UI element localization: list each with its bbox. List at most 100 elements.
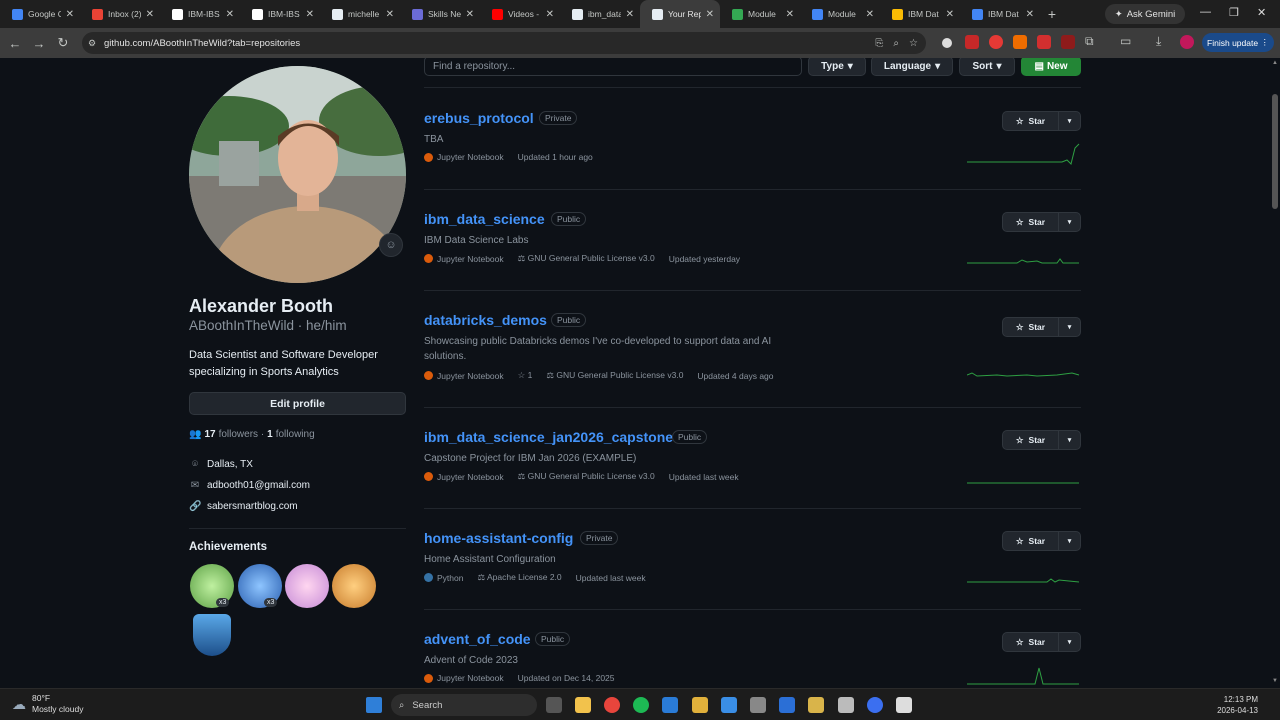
close-tab-icon[interactable]: ✕ [786, 9, 794, 20]
browser-tab[interactable]: ibm_data ✕ [560, 0, 640, 28]
star-button[interactable]: ☆ Star ▾ [1002, 632, 1081, 652]
extension-icon[interactable] [1037, 35, 1051, 49]
site-info-icon[interactable]: ⚙ [88, 38, 96, 49]
profile-avatar-icon[interactable] [1180, 35, 1194, 49]
slack-icon[interactable] [692, 697, 708, 713]
close-tab-icon[interactable]: ✕ [306, 9, 314, 20]
snipping-tool-icon[interactable] [896, 697, 912, 713]
followers-link[interactable]: followers · [219, 429, 265, 440]
taskbar-clock[interactable]: 12:13 PM 2026-04-13 [1196, 694, 1258, 716]
close-tab-icon[interactable]: ✕ [386, 9, 394, 20]
browser-tab[interactable]: IBM Dat ✕ [880, 0, 960, 28]
bookmark-star-icon[interactable]: ☆ [909, 38, 918, 49]
avatar[interactable] [189, 66, 406, 283]
achievement-badge-starstruck[interactable] [193, 614, 231, 656]
star-toggle[interactable]: ☆ Star [1003, 112, 1059, 130]
star-button[interactable]: ☆ Star ▾ [1002, 111, 1081, 131]
extension-icon[interactable] [1061, 35, 1075, 49]
close-window-icon[interactable]: ✕ [1257, 6, 1266, 19]
stargazers-link[interactable]: ☆ 1 [518, 370, 533, 381]
set-status-icon[interactable]: ☺ [379, 233, 403, 257]
repo-name-link[interactable]: databricks_demos [424, 312, 547, 328]
close-tab-icon[interactable]: ✕ [546, 9, 554, 20]
weather-widget[interactable]: ☁ 80°F Mostly cloudy [12, 693, 84, 715]
language-filter-button[interactable]: Language ▾ [871, 58, 953, 76]
download-icon[interactable]: ⤓ [1156, 34, 1170, 48]
page-scrollbar[interactable]: ▲ ▼ [1270, 58, 1280, 688]
extension-icon[interactable] [965, 35, 979, 49]
browser-tab[interactable]: IBM-IBS ✕ [240, 0, 320, 28]
star-toggle[interactable]: ☆ Star [1003, 318, 1059, 336]
close-tab-icon[interactable]: ✕ [466, 9, 474, 20]
settings-icon[interactable] [750, 697, 766, 713]
browser-tab[interactable]: Module ✕ [800, 0, 880, 28]
vscode-icon[interactable] [662, 697, 678, 713]
extension-icon[interactable] [989, 35, 1003, 49]
docs-icon[interactable] [779, 697, 795, 713]
browser-tab[interactable]: Skills Ne ✕ [400, 0, 480, 28]
sort-button[interactable]: Sort ▾ [959, 58, 1015, 76]
forward-icon[interactable]: → [27, 36, 51, 51]
browser-tab[interactable]: IBM Dat ✕ [960, 0, 1040, 28]
close-tab-icon[interactable]: ✕ [946, 9, 954, 20]
photos-icon[interactable] [721, 697, 737, 713]
browser-tab[interactable]: Your Rep ✕ [640, 0, 720, 28]
close-tab-icon[interactable]: ✕ [146, 9, 154, 20]
extensions-puzzle-icon[interactable]: ⧉ [1085, 34, 1099, 48]
scroll-up-icon[interactable]: ▲ [1272, 60, 1278, 66]
extension-icon[interactable] [942, 38, 952, 48]
repo-name-link[interactable]: advent_of_code [424, 631, 531, 647]
browser-tab[interactable]: Module ✕ [720, 0, 800, 28]
star-list-dropdown-icon[interactable]: ▾ [1059, 633, 1080, 651]
windows-start-icon[interactable] [366, 697, 382, 713]
zoom-app-icon[interactable] [867, 697, 883, 713]
spotify-icon[interactable] [633, 697, 649, 713]
star-button[interactable]: ☆ Star ▾ [1002, 212, 1081, 232]
browser-tab[interactable]: Inbox (2) ✕ [80, 0, 160, 28]
close-tab-icon[interactable]: ✕ [866, 9, 874, 20]
following-link[interactable]: following [276, 429, 315, 440]
edit-profile-button[interactable]: Edit profile [189, 392, 406, 415]
address-bar[interactable]: ⚙ github.com/ABoothInTheWild?tab=reposit… [82, 32, 926, 54]
zoom-icon[interactable]: ⌕ [893, 38, 899, 49]
browser-tab[interactable]: IBM-IBS ✕ [160, 0, 240, 28]
type-filter-button[interactable]: Type ▾ [808, 58, 866, 76]
scrollbar-thumb[interactable] [1272, 94, 1278, 209]
star-toggle[interactable]: ☆ Star [1003, 633, 1059, 651]
star-button[interactable]: ☆ Star ▾ [1002, 430, 1081, 450]
star-toggle[interactable]: ☆ Star [1003, 431, 1059, 449]
website-link[interactable]: sabersmartblog.com [207, 501, 298, 512]
close-tab-icon[interactable]: ✕ [66, 9, 74, 20]
close-tab-icon[interactable]: ✕ [1026, 9, 1034, 20]
close-tab-icon[interactable]: ✕ [226, 9, 234, 20]
browser-tab[interactable]: Google C ✕ [0, 0, 80, 28]
minimize-icon[interactable]: — [1200, 6, 1211, 18]
star-button[interactable]: ☆ Star ▾ [1002, 317, 1081, 337]
tab-search-icon[interactable]: ▭ [1120, 34, 1134, 48]
task-view-icon[interactable] [546, 697, 562, 713]
scroll-down-icon[interactable]: ▼ [1272, 678, 1278, 684]
ask-gemini-button[interactable]: ✦ Ask Gemini [1105, 4, 1185, 24]
star-list-dropdown-icon[interactable]: ▾ [1059, 532, 1080, 550]
star-list-dropdown-icon[interactable]: ▾ [1059, 112, 1080, 130]
repo-name-link[interactable]: ibm_data_science_jan2026_capstone [424, 429, 673, 445]
email-item[interactable]: ✉ adbooth01@gmail.com [189, 480, 310, 491]
calculator-icon[interactable] [838, 697, 854, 713]
taskbar-search[interactable]: ⌕ Search [391, 694, 537, 716]
close-tab-icon[interactable]: ✕ [706, 9, 714, 20]
repo-name-link[interactable]: ibm_data_science [424, 211, 545, 227]
email-link[interactable]: adbooth01@gmail.com [207, 480, 310, 491]
website-item[interactable]: 🔗 sabersmartblog.com [189, 501, 298, 512]
reload-icon[interactable]: ↻ [51, 35, 75, 51]
app-icon[interactable] [808, 697, 824, 713]
achievement-badge-quickdraw[interactable] [332, 564, 376, 608]
browser-tab[interactable]: Videos - ✕ [480, 0, 560, 28]
achievement-badge-yolo[interactable] [285, 564, 329, 608]
repo-name-link[interactable]: home-assistant-config [424, 530, 573, 546]
following-count[interactable]: 1 [267, 429, 273, 440]
followers-count[interactable]: 17 [204, 429, 215, 440]
repo-name-link[interactable]: erebus_protocol [424, 110, 534, 126]
new-tab-button[interactable]: + [1040, 6, 1064, 22]
back-icon[interactable]: ← [3, 36, 27, 51]
extension-icon[interactable] [1013, 35, 1027, 49]
